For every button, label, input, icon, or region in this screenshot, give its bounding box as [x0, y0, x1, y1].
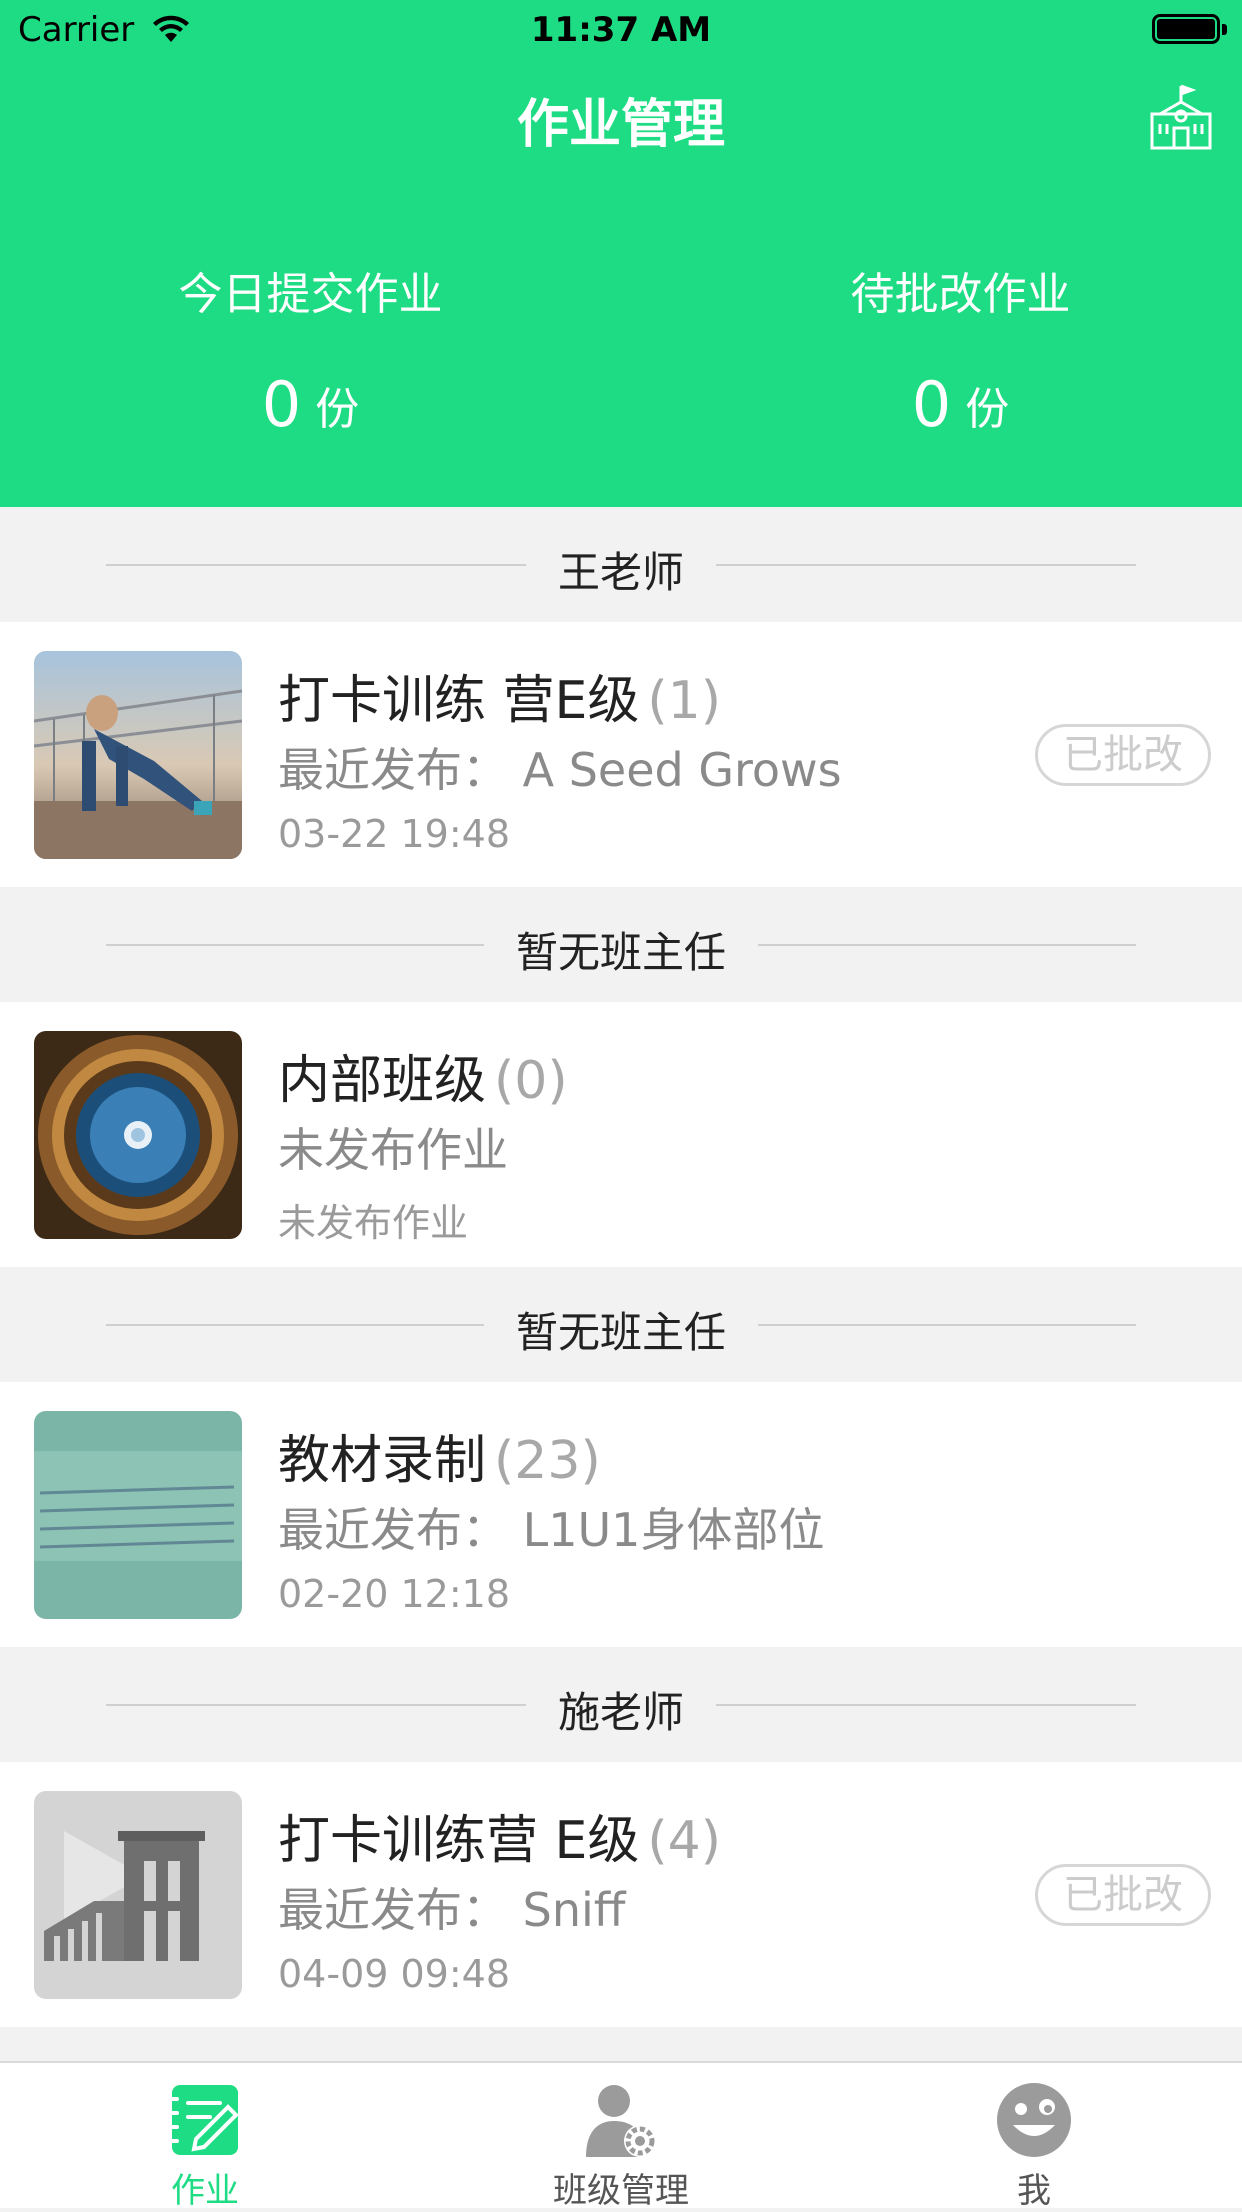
class-thumbnail-workout	[34, 651, 242, 859]
class-thumbnail-placeholder	[34, 1791, 242, 1999]
section-header-teacher: 王老师	[0, 507, 1242, 622]
stat-label: 待批改作业	[850, 269, 1071, 320]
section-header-teacher: 暂无班主任	[0, 887, 1242, 1002]
stat-value: 0	[261, 368, 302, 441]
latest-date: 03-22 19:48	[278, 812, 511, 856]
status-bar: Carrier 11:37 AM	[0, 0, 1242, 60]
latest-assignment: 最近发布： L1U1身体部位	[278, 1503, 825, 1557]
class-card[interactable]: 内部班级 (0) 未发布作业 未发布作业	[0, 1002, 1242, 1267]
stat-label: 今日提交作业	[178, 269, 443, 320]
stat-today-submitted[interactable]: 今日提交作业 0份	[0, 258, 621, 441]
teacher-name: 施老师	[557, 1688, 684, 1737]
latest-assignment: 最近发布： Sniff	[278, 1883, 626, 1937]
header: Carrier 11:37 AM 作业管理 今日提交作业 0份 待批改作业 0 …	[0, 0, 1242, 507]
teacher-name: 暂无班主任	[515, 928, 726, 977]
class-manage-icon	[586, 2085, 656, 2157]
latest-assignment: 未发布作业	[278, 1123, 508, 1177]
school-icon[interactable]	[1146, 82, 1216, 152]
homework-icon	[167, 2085, 239, 2155]
class-title: 打卡训练 营E级 (1)	[278, 658, 721, 733]
tab-bar: 作业 班级管理 我	[0, 2061, 1242, 2211]
battery-icon	[1152, 14, 1228, 46]
class-thumbnail-staircase	[34, 1031, 242, 1239]
class-title: 教材录制 (23)	[278, 1418, 601, 1493]
class-title: 打卡训练营 E级 (4)	[278, 1798, 721, 1873]
tab-homework[interactable]: 作业	[105, 2081, 305, 2212]
teacher-name: 王老师	[557, 548, 684, 597]
profile-icon	[997, 2083, 1071, 2157]
tab-me[interactable]: 我	[934, 2081, 1134, 2212]
class-thumbnail-screen-photo	[34, 1411, 242, 1619]
section-header-teacher: 暂无班主任	[0, 1267, 1242, 1382]
tab-label: 作业	[171, 2171, 239, 2211]
class-count: (23)	[494, 1431, 601, 1491]
class-title: 内部班级 (0)	[278, 1038, 568, 1113]
page-title: 作业管理	[516, 95, 725, 155]
teacher-name: 暂无班主任	[515, 1308, 726, 1357]
latest-date: 未发布作业	[278, 1201, 469, 1245]
class-count: (1)	[647, 671, 722, 731]
class-card[interactable]: 打卡训练营 E级 (4) 最近发布： Sniff 04-09 09:48 已批改	[0, 1762, 1242, 2027]
status-badge: 已批改	[1035, 724, 1211, 786]
clock: 11:37 AM	[530, 10, 712, 50]
class-name: 打卡训练营 E级	[278, 1811, 640, 1871]
class-count: (4)	[647, 1811, 722, 1871]
class-name: 打卡训练 营E级	[278, 671, 640, 731]
latest-assignment: 最近发布： A Seed Grows	[278, 743, 842, 797]
stat-unit: 份	[315, 383, 360, 435]
tab-label: 我	[1017, 2171, 1051, 2211]
stat-unit: 份	[965, 383, 1010, 435]
latest-date: 02-20 12:18	[278, 1572, 511, 1616]
section-header-teacher: 施老师	[0, 1647, 1242, 1762]
class-card[interactable]: 教材录制 (23) 最近发布： L1U1身体部位 02-20 12:18	[0, 1382, 1242, 1647]
stat-value: 0	[911, 368, 952, 441]
tab-class-management[interactable]: 班级管理	[521, 2081, 721, 2212]
status-badge: 已批改	[1035, 1864, 1211, 1926]
class-name: 教材录制	[278, 1431, 487, 1491]
latest-date: 04-09 09:48	[278, 1952, 511, 1996]
tab-label: 班级管理	[553, 2171, 689, 2211]
stat-pending-review[interactable]: 待批改作业 0份	[650, 258, 1242, 441]
class-card[interactable]: 打卡训练 营E级 (1) 最近发布： A Seed Grows 03-22 19:…	[0, 622, 1242, 887]
class-name: 内部班级	[278, 1051, 487, 1111]
class-count: (0)	[494, 1051, 568, 1111]
